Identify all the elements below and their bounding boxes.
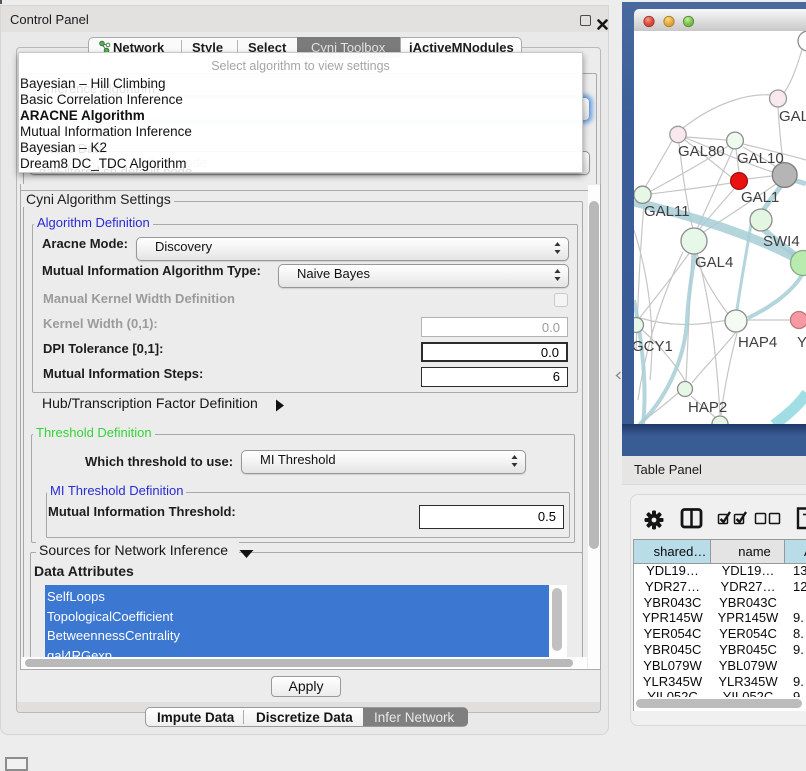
svg-text:GAL11: GAL11	[644, 203, 690, 220]
svg-text:Y: Y	[797, 334, 806, 351]
svg-text:SWI4: SWI4	[763, 233, 800, 250]
svg-text:GCY1: GCY1	[634, 338, 673, 355]
svg-text:GAL10: GAL10	[737, 150, 784, 167]
svg-text:HAP2: HAP2	[688, 399, 727, 416]
svg-text:HAP4: HAP4	[738, 334, 777, 351]
svg-text:GAL80: GAL80	[678, 143, 725, 160]
svg-text:GAL1: GAL1	[741, 189, 779, 206]
svg-text:GAL4: GAL4	[695, 254, 733, 271]
svg-text:GAL7: GAL7	[779, 108, 806, 125]
